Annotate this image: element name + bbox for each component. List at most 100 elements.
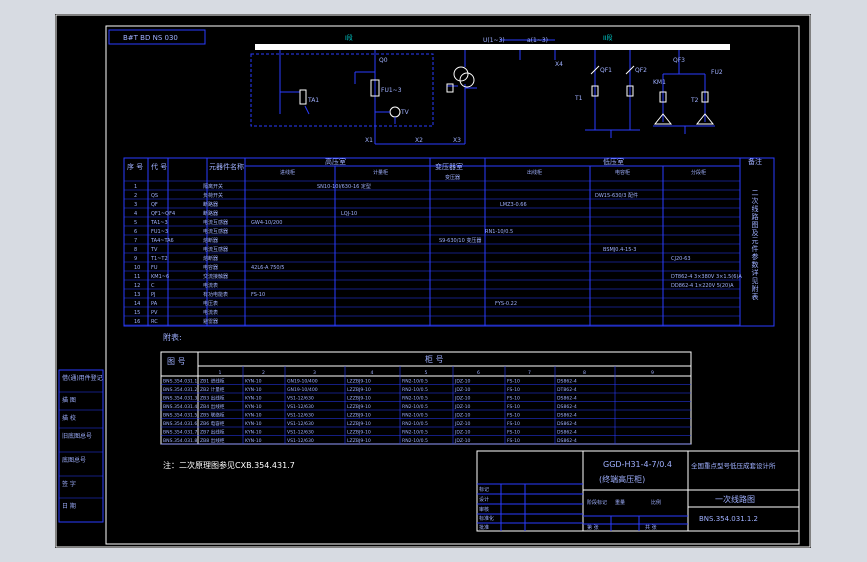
row-spec: SN10-10I/630-16 定型 xyxy=(317,183,371,190)
row-spec: CJ20-63 xyxy=(671,256,691,262)
row-number: 1 xyxy=(134,184,137,190)
sub-col-number: 3 xyxy=(313,370,316,376)
sub-table-cell: KYN-10 xyxy=(245,404,262,410)
label-fu2: FU2 xyxy=(711,69,723,76)
row-name: 负荷开关 xyxy=(203,192,223,199)
label-x3: X3 xyxy=(453,137,461,144)
row-code: TA4~TA6 xyxy=(150,238,174,244)
th-sub-5: 分段柜 xyxy=(691,169,706,176)
tb-model-sub: (终端高压柜) xyxy=(599,474,645,484)
stamp-label: 签 字 xyxy=(62,480,76,488)
sub-table-cell: RN2-10/0.5 xyxy=(402,396,428,402)
label-km: KM1 xyxy=(653,79,666,86)
sub-table-cell: JDZ-10 xyxy=(454,421,471,427)
tb-design: 设计 xyxy=(479,496,489,503)
title-block: GGD-H31-4-7/0.4 (终端高压柜) 全国重点型号低压成套设计所 一次… xyxy=(476,450,800,532)
sub-col-number: 1 xyxy=(219,370,222,376)
sub-table-cell: DS862-4 xyxy=(557,421,577,427)
sub-table-cell: ZB1 进线柜 xyxy=(200,378,225,385)
sub-table-cell: JDZ-10 xyxy=(454,438,471,444)
sub-table-cell: LZZBJ9-10 xyxy=(347,430,371,436)
row-spec: DD862-4 1×220V 5(20)A xyxy=(671,283,734,289)
row-code: TA1~3 xyxy=(150,220,168,226)
sub-table-cell: LZZBJ9-10 xyxy=(347,404,371,410)
sub-table-cell: KYN-10 xyxy=(245,438,262,444)
row-spec: FYS-0.22 xyxy=(495,301,517,307)
label-q2: QF2 xyxy=(635,67,647,74)
sub-th-drawing: 图 号 xyxy=(167,357,186,366)
row-name: 电流互感器 xyxy=(203,246,228,253)
stamp-label: 旧底图总号 xyxy=(62,432,92,440)
row-spec: 42L6-A 750/5 xyxy=(251,265,284,271)
row-code: QF xyxy=(151,202,158,208)
label-bus-a: a(1~3) xyxy=(527,37,548,44)
row-name: 熔断器 xyxy=(203,255,218,262)
sub-table-cell: DS862-4 xyxy=(557,396,577,402)
sub-table-cell: KYN-10 xyxy=(245,379,262,385)
tb-weight: 重量 xyxy=(615,499,625,506)
left-stamp: 借(通)用件登记描 图描 校旧底图总号底图总号签 字日 期 xyxy=(58,369,104,523)
label-t1: T1 xyxy=(574,95,583,102)
sub-table-cell: VS1-12/630 xyxy=(287,438,314,444)
sub-table-cell: FS-10 xyxy=(507,430,520,436)
sub-table-cell: BNS.354.031.7 xyxy=(163,430,197,436)
sub-table-cell: KYN-10 xyxy=(245,387,262,393)
sub-table-cell: DS862-4 xyxy=(557,438,577,444)
label-pt: TV xyxy=(400,109,410,116)
tb-approve: 批准 xyxy=(479,524,489,531)
sub-table-cell: KYN-10 xyxy=(245,421,262,427)
sub-table: 图 号 柜 号 1 2 3 4 5 6 7 8 9 BNS.354.031.1 ZB1 进线柜 KYN… xyxy=(160,351,692,445)
row-number: 9 xyxy=(134,256,137,262)
sub-table-cell: FS-10 xyxy=(507,379,520,385)
row-number: 5 xyxy=(134,220,137,226)
sub-table-cell: FS-10 xyxy=(507,396,520,402)
busbar-right xyxy=(451,44,730,50)
footnote: 注：二次原理图参见CXB.354.431.7 xyxy=(163,460,295,470)
stamp-label: 日 期 xyxy=(62,502,76,510)
tb-total: 共 张 xyxy=(645,524,657,531)
stamp-label: 描 图 xyxy=(62,396,76,404)
sub-table-cell: DS862-4 xyxy=(557,379,577,385)
row-spec: S9-630/10 变压器 xyxy=(439,237,481,244)
row-name: 避雷器 xyxy=(203,318,218,325)
hv-schematic xyxy=(250,39,730,145)
sub-col-number: 7 xyxy=(528,370,531,376)
sub-table-cell: VS1-12/630 xyxy=(287,396,314,402)
sub-table-cell: KYN-10 xyxy=(245,413,262,419)
sub-table-cell: JDZ-10 xyxy=(454,396,471,402)
sub-table-cell: RN2-10/0.5 xyxy=(402,387,428,393)
row-name: 电压表 xyxy=(203,300,218,307)
tb-scale: 比例 xyxy=(651,499,661,506)
row-name: 断路器 xyxy=(203,210,218,217)
sub-th-cabinet: 柜 号 xyxy=(425,354,444,364)
row-spec: DT862-4 3×380V 3×1.5(6)A xyxy=(671,274,742,280)
row-code: C xyxy=(151,283,155,289)
sub-table-cell: LZZBJ9-10 xyxy=(347,379,371,385)
row-name: 断路器 xyxy=(203,201,218,208)
sub-table-cell: ZB6 电容柜 xyxy=(200,420,225,427)
row-name: 电流表 xyxy=(203,282,218,289)
th-sub-1: 计量柜 xyxy=(373,169,388,176)
th-name: 元器件名称 xyxy=(209,162,244,171)
label-x4: X4 xyxy=(555,61,563,68)
row-spec: LQJ-10 xyxy=(341,211,357,217)
row-number: 13 xyxy=(134,292,140,298)
row-code: KM1~6 xyxy=(151,274,169,280)
sub-table-cell: RN2-10/0.5 xyxy=(402,404,428,410)
hv-labels: I段 II段 Q0 TA1 FU1~3 TV U(1~3) a(1~3) X1 … xyxy=(307,34,723,144)
sub-table-cell: BNS.354.031.3 xyxy=(163,396,197,402)
th-sub-2: 变压器 xyxy=(445,174,460,181)
sub-col-number: 6 xyxy=(477,370,480,376)
sub-table-cell: DT862-4 xyxy=(557,387,577,393)
tb-drawing-no: BNS.354.031.1.2 xyxy=(699,515,758,523)
row-name: 电流互感器 xyxy=(203,219,228,226)
row-code: FU xyxy=(151,265,158,271)
sub-table-cell: FS-10 xyxy=(507,438,520,444)
code-box-text: B#T BD NS 030 xyxy=(123,34,178,42)
sub-table-cell: RN2-10/0.5 xyxy=(402,379,428,385)
th-sub-4: 电容柜 xyxy=(615,169,630,176)
row-name: 隔离开关 xyxy=(203,183,223,190)
tb-company: 全国重点型号低压成套设计所 xyxy=(691,461,776,470)
row-code: T1~T2 xyxy=(150,256,168,262)
tb-sheet: 第 张 xyxy=(587,524,599,531)
